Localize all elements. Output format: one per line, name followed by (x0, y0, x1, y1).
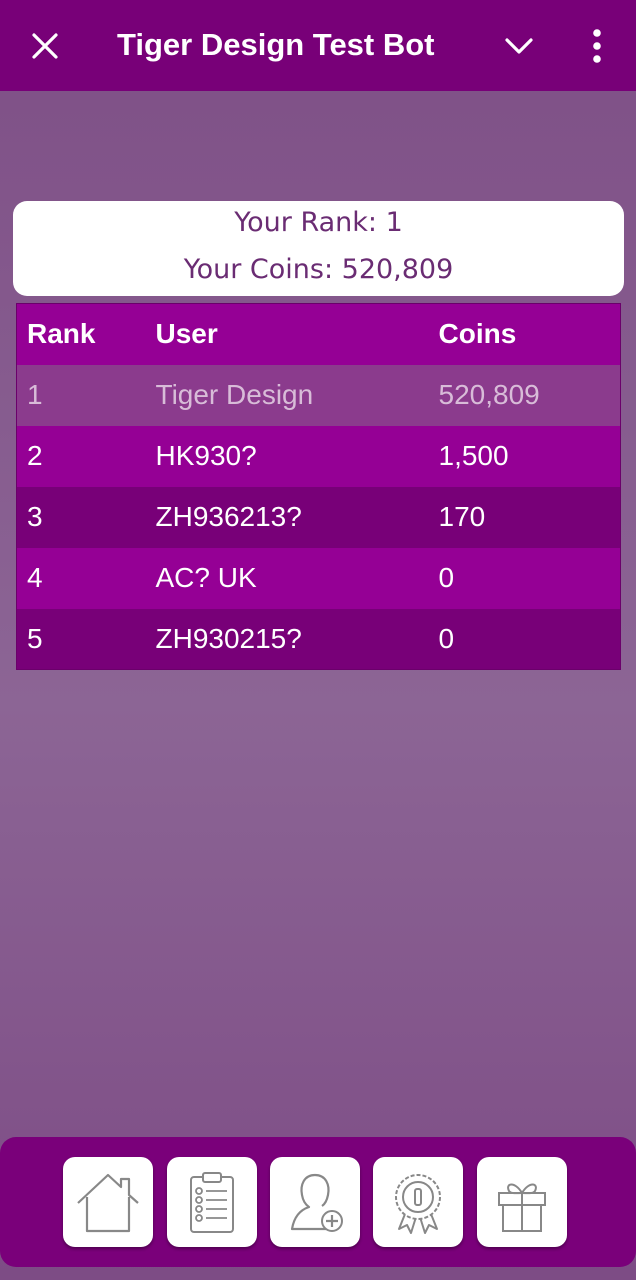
rank-cell: 3 (16, 486, 146, 548)
coins-cell: 520,809 (428, 364, 621, 426)
page-title: Tiger Design Test Bot (117, 27, 435, 62)
column-header-coins: Coins (428, 303, 621, 365)
rank-cell: 5 (16, 608, 146, 670)
chevron-down-icon[interactable] (504, 34, 534, 58)
more-vert-icon[interactable] (588, 28, 606, 64)
user-cell: ZH930215? (145, 608, 429, 670)
coins-cell: 0 (428, 608, 621, 670)
add-user-icon (290, 1173, 343, 1232)
column-header-rank: Rank (16, 303, 146, 365)
clipboard-checklist-icon (190, 1172, 234, 1233)
your-rank-text: Your Rank: 1 (234, 207, 403, 238)
rewards-badge-button[interactable] (373, 1157, 463, 1247)
table-header-row: Rank User Coins (16, 303, 621, 365)
gift-icon (498, 1183, 546, 1232)
close-icon[interactable] (30, 31, 60, 61)
leaderboard-table: Rank User Coins 1 Tiger Design 520,809 2… (16, 303, 621, 670)
user-cell: Tiger Design (145, 364, 429, 426)
invite-friend-button[interactable] (270, 1157, 360, 1247)
column-header-user: User (145, 303, 429, 365)
coins-cell: 0 (428, 547, 621, 609)
table-row-current-user: 1 Tiger Design 520,809 (16, 364, 621, 426)
award-badge-icon (395, 1174, 441, 1234)
table-row: 3 ZH936213? 170 (16, 486, 621, 548)
rank-cell: 1 (16, 364, 146, 426)
rank-cell: 2 (16, 425, 146, 487)
top-app-bar: Tiger Design Test Bot (0, 0, 636, 91)
tasks-button[interactable] (167, 1157, 257, 1247)
home-button[interactable] (63, 1157, 153, 1247)
table-row: 5 ZH930215? 0 (16, 608, 621, 670)
table-row: 2 HK930? 1,500 (16, 425, 621, 487)
user-cell: ZH936213? (145, 486, 429, 548)
rank-cell: 4 (16, 547, 146, 609)
coins-cell: 170 (428, 486, 621, 548)
table-row: 4 AC? UK 0 (16, 547, 621, 609)
your-coins-text: Your Coins: 520,809 (183, 254, 454, 285)
coins-cell: 1,500 (428, 425, 621, 487)
gift-button[interactable] (477, 1157, 567, 1247)
rank-summary-card: Your Rank: 1 Your Coins: 520,809 (13, 201, 624, 296)
user-cell: AC? UK (145, 547, 429, 609)
home-icon (77, 1173, 139, 1233)
bottom-nav-bar (0, 1137, 636, 1267)
user-cell: HK930? (145, 425, 429, 487)
